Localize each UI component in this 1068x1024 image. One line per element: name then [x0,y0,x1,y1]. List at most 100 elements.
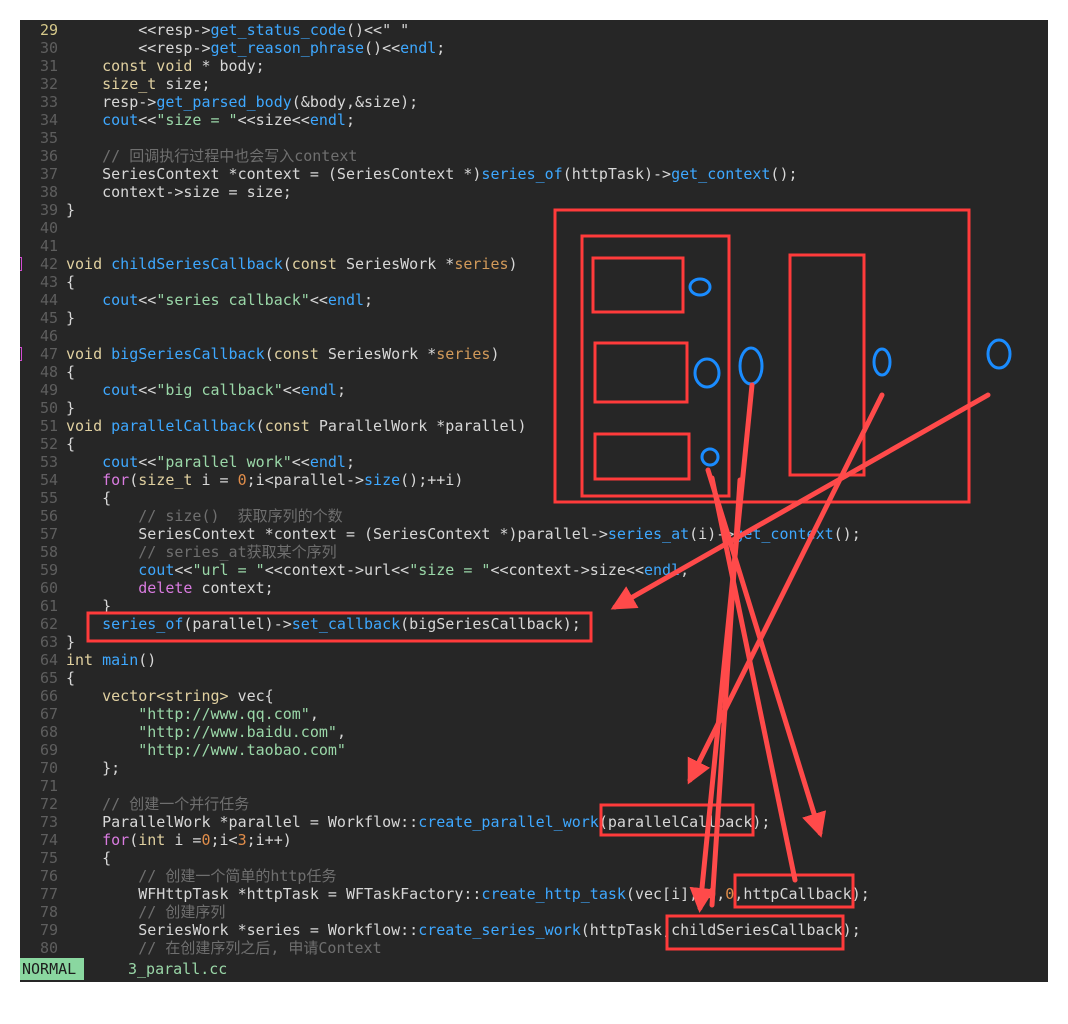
code-line[interactable]: 67 "http://www.qq.com", [20,705,1048,723]
code-text: series_of(parallel)->set_callback(bigSer… [66,615,581,633]
code-text: // 创建一个简单的http任务 [66,867,336,885]
code-token: << [282,381,301,399]
code-line[interactable]: 77 WFHttpTask *httpTask = WFTaskFactory:… [20,885,1048,903]
code-line[interactable]: 54 for(size_t i = 0;i<parallel->size();+… [20,471,1048,489]
code-line[interactable]: 48 { [20,363,1048,381]
code-line[interactable]: 37 SeriesContext *context = (SeriesConte… [20,165,1048,183]
code-line[interactable]: 69 "http://www.taobao.com" [20,741,1048,759]
line-number: 57 [39,525,58,543]
code-line[interactable]: 78 // 创建序列 [20,903,1048,921]
code-line[interactable]: 64 int main() [20,651,1048,669]
code-line[interactable]: 65 { [20,669,1048,687]
code-text: void parallelCallback(const ParallelWork… [66,417,527,435]
code-line[interactable]: 60 delete context; [20,579,1048,597]
code-token: ; [436,39,446,57]
code-text: } [66,633,75,651]
code-token: ) [508,255,518,273]
code-token: "url = " [192,561,265,579]
code-line[interactable]: 58 // series_at获取某个序列 [20,543,1048,561]
code-line[interactable]: 39} [20,201,1048,219]
code-line[interactable]: 44 cout<<"series callback"<<endl; [20,291,1048,309]
code-token: resp-> [66,93,157,111]
line-number: 50 [39,399,58,417]
code-line[interactable]: 32 size_t size; [20,75,1048,93]
code-line[interactable]: 57 SeriesContext *context = (SeriesConte… [20,525,1048,543]
code-token: { [66,669,76,687]
code-editor[interactable]: 29 <<resp->get_status_code()<<" " 30 <<re… [20,20,1048,982]
code-line[interactable]: 73 ParallelWork *parallel = Workflow::cr… [20,813,1048,831]
code-text: const void * body; [66,57,265,75]
code-line[interactable]: 47 void bigSeriesCallback(const SeriesWor… [20,345,1048,363]
line-number: 78 [39,903,58,921]
code-line[interactable]: 63} [20,633,1048,651]
code-token: ;i<parallel-> [246,471,365,489]
code-line[interactable]: 75 { [20,849,1048,867]
line-number: 76 [39,867,58,885]
code-line[interactable]: 43 { [20,273,1048,291]
code-line[interactable]: 74 for(int i =0;i<3;i++) [20,831,1048,849]
code-line[interactable]: 56 // size() 获取序列的个数 [20,507,1048,525]
line-number: 73 [39,813,58,831]
code-token: "parallel work" [156,453,292,471]
code-token: series_of [481,165,563,183]
code-line[interactable]: 31 const void * body; [20,57,1048,75]
code-line[interactable]: 46 [20,327,1048,345]
code-line[interactable]: 72 // 创建一个并行任务 [20,795,1048,813]
code-token: ;i++) [246,831,292,849]
line-number: 59 [39,561,58,579]
code-line[interactable]: 51 void parallelCallback(const ParallelWo… [20,417,1048,435]
code-token: void [66,345,103,363]
code-line[interactable]: 49 cout<<"big callback"<<endl; [20,381,1048,399]
code-text: // 创建一个并行任务 [66,795,249,813]
code-token: (); [770,165,798,183]
code-line[interactable]: 42 void childSeriesCallback(const SeriesW… [20,255,1048,273]
code-token: childSeriesCallback [111,255,283,273]
code-token: ( [282,255,292,273]
code-line[interactable]: 71 [20,777,1048,795]
code-line[interactable]: 41 [20,237,1048,255]
code-token: context->size = size; [66,183,292,201]
code-line[interactable]: 70 }; [20,759,1048,777]
code-line[interactable]: 52 { [20,435,1048,453]
code-line[interactable]: 33 resp->get_parsed_body(&body,&size); [20,93,1048,111]
code-token: (bigSeriesCallback); [400,615,581,633]
line-number: 67 [39,705,58,723]
code-line[interactable]: 53 cout<<"parallel work"<<endl; [20,453,1048,471]
code-text: { [66,849,111,867]
code-line[interactable]: 68 "http://www.baidu.com", [20,723,1048,741]
code-line[interactable]: 45} [20,309,1048,327]
code-line[interactable]: 36 // 回调执行过程中也会写入context [20,147,1048,165]
code-line[interactable]: 29 <<resp->get_status_code()<<" " [20,21,1048,39]
code-token: { [66,849,112,867]
code-line[interactable]: 55 { [20,489,1048,507]
code-token: create_http_task [481,885,626,903]
code-token: } [66,201,76,219]
code-line[interactable]: 50} [20,399,1048,417]
code-line[interactable]: 34 cout<<"size = "<<size<<endl; [20,111,1048,129]
code-line[interactable]: 80 // 在创建序列之后, 申请Context [20,939,1048,957]
file-name: 3_parall.cc [128,960,228,978]
code-line[interactable]: 61 } [20,597,1048,615]
line-number: 29 [39,21,58,39]
code-token: ; [364,291,374,309]
code-line[interactable]: 59 cout<<"url = "<<context->url<<"size =… [20,561,1048,579]
line-number: 77 [39,885,58,903]
code-line[interactable]: 35 [20,129,1048,147]
code-line[interactable]: 66 vector<string> vec{ [20,687,1048,705]
code-line[interactable]: 62 series_of(parallel)->set_callback(big… [20,615,1048,633]
code-text: resp->get_parsed_body(&body,&size); [66,93,418,111]
code-token: ParallelWork *parallel = Workflow:: [66,813,419,831]
code-token: ( [255,417,265,435]
code-token: (&body,&size); [291,93,419,111]
code-line[interactable]: 79 SeriesWork *series = Workflow::create… [20,921,1048,939]
code-line[interactable]: 40 [20,219,1048,237]
code-token: int [66,651,94,669]
code-line[interactable]: 76 // 创建一个简单的http任务 [20,867,1048,885]
line-number: 51 [39,417,58,435]
code-line[interactable]: 38 context->size = size; [20,183,1048,201]
code-line[interactable]: 30 <<resp->get_reason_phrase()<<endl; [20,39,1048,57]
line-number: 80 [39,939,58,957]
code-token: get_status_code [210,21,346,39]
